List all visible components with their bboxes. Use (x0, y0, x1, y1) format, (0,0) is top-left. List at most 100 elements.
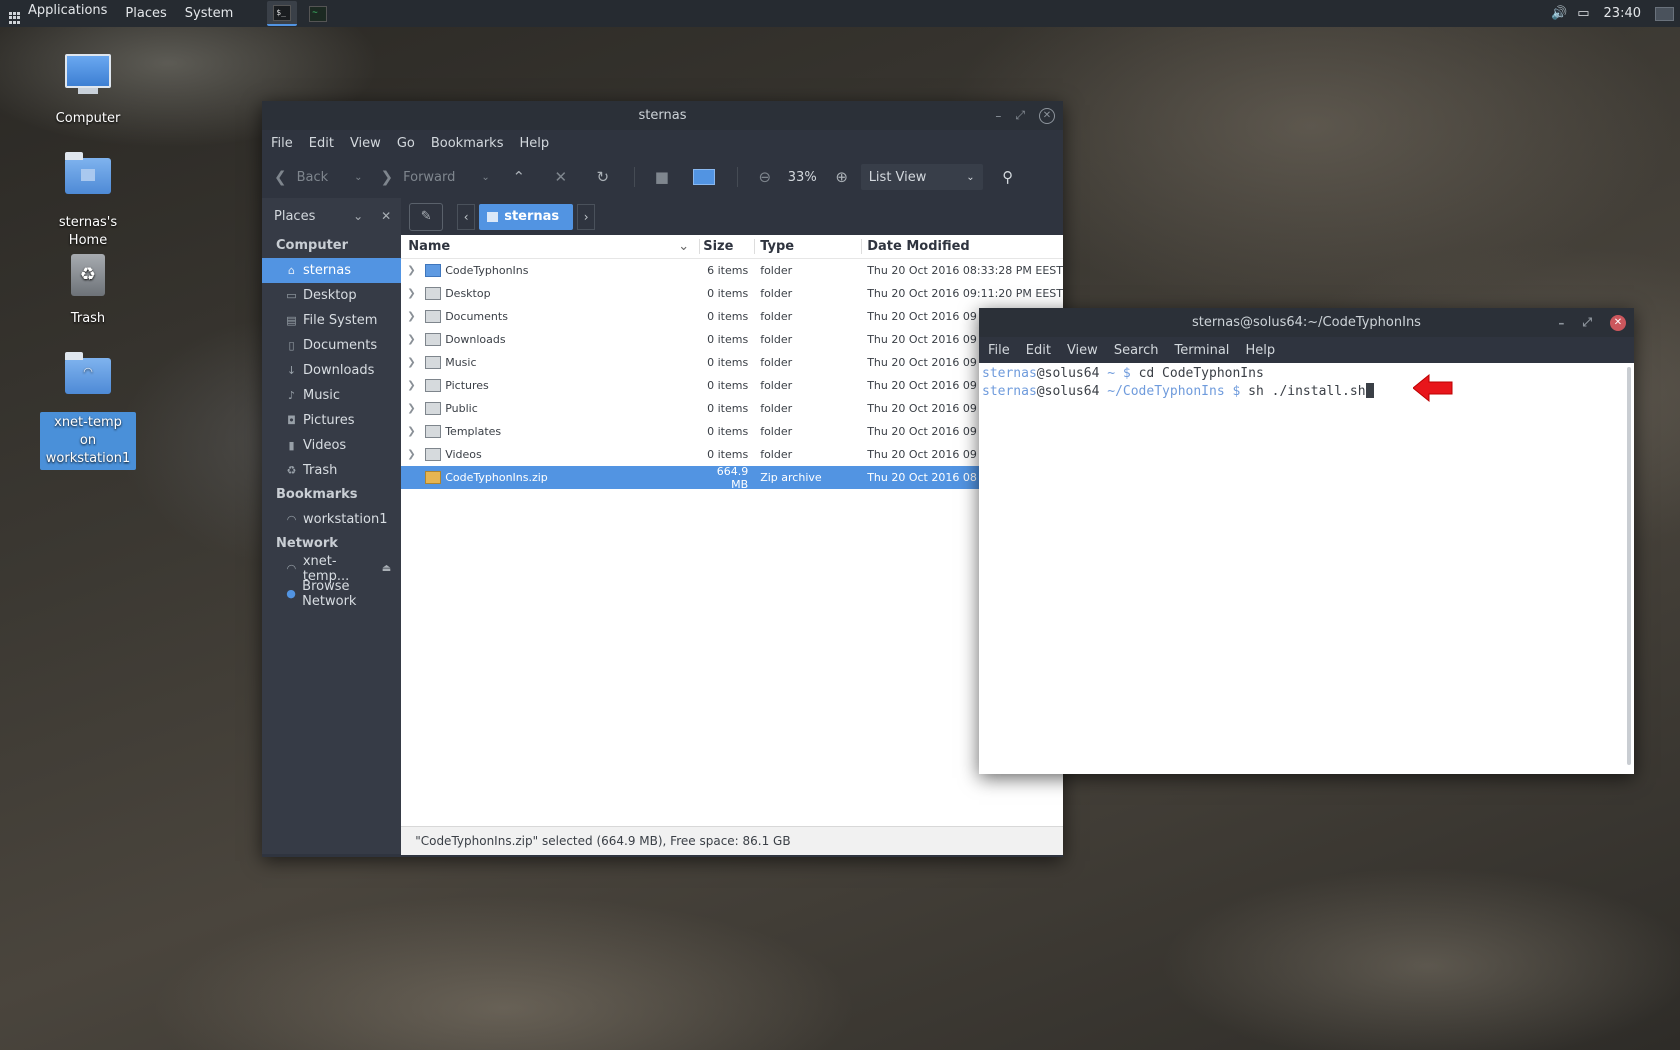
sidebar-item-music[interactable]: ♪ Music (262, 383, 401, 408)
menu-help[interactable]: Help (519, 136, 549, 151)
maximize-button[interactable]: ⤢ (1582, 315, 1592, 330)
terminal-taskbar-button[interactable]: $_ (267, 1, 298, 26)
expander-icon[interactable]: ❯ (407, 426, 419, 437)
system-monitor-taskbar-button[interactable]: ~ (303, 1, 333, 26)
sidebar-item-workstation1[interactable]: ◠ workstation1 (262, 507, 401, 532)
chevron-down-icon[interactable]: ⌄ (353, 209, 363, 223)
menu-terminal[interactable]: Terminal (1174, 343, 1229, 358)
sidebar-item-desktop[interactable]: ▭ Desktop (262, 283, 401, 308)
terminal-line: sternas@solus64 ~ $ cd CodeTyphonIns (982, 366, 1264, 381)
home-icon[interactable]: ■ (651, 168, 673, 186)
pathbar-right-button[interactable]: › (577, 203, 596, 230)
file-row[interactable]: ❯ Pictures 0 items folder Thu 20 Oct 2016 09 (401, 374, 1063, 397)
back-button[interactable]: ❮ Back ⌄ (274, 168, 363, 186)
close-button[interactable]: ✕ (1610, 314, 1626, 331)
file-row[interactable]: ❯ Desktop 0 items folder Thu 20 Oct 2016 09:… (401, 282, 1063, 305)
desktop-icon-computer[interactable]: Computer (38, 52, 138, 130)
folder-icon (425, 379, 442, 392)
stop-icon[interactable]: ✕ (550, 168, 572, 186)
forward-button[interactable]: ❯ Forward ⌄ (381, 168, 490, 186)
view-mode-select[interactable]: List View ⌄ (860, 164, 983, 190)
workspace-switcher[interactable] (1655, 6, 1674, 21)
maximize-button[interactable]: ⤢ (1015, 108, 1025, 123)
expander-icon[interactable]: ❯ (407, 288, 419, 299)
expander-icon[interactable]: ❯ (407, 380, 419, 391)
file-size: 0 items (707, 379, 749, 392)
file-row[interactable]: ❯ Public 0 items folder Thu 20 Oct 2016 09 (401, 397, 1063, 420)
sidebar-item-documents[interactable]: ▯ Documents (262, 333, 401, 358)
menu-file[interactable]: File (988, 343, 1010, 358)
file-row[interactable]: CodeTyphonIns.zip 664.9 MB Zip archive Thu … (401, 465, 1063, 491)
speaker-icon[interactable]: 🔊 (1551, 6, 1567, 21)
menu-view[interactable]: View (350, 136, 381, 151)
desktop-icon-xnet-temp[interactable]: ◠ xnet-temp on workstation1 (38, 350, 138, 470)
menu-bookmarks[interactable]: Bookmarks (431, 136, 504, 151)
pathbar-left-button[interactable]: ‹ (457, 203, 476, 230)
menu-file[interactable]: File (271, 136, 293, 151)
minimize-button[interactable]: – (1558, 316, 1564, 330)
file-row[interactable]: ❯ Downloads 0 items folder Thu 20 Oct 2016 0… (401, 328, 1063, 351)
places-menu[interactable]: Places (125, 6, 176, 21)
zoom-out-icon[interactable]: ⊖ (754, 168, 776, 186)
sidebar-item-downloads[interactable]: ↓ Downloads (262, 358, 401, 383)
expander-icon[interactable]: ❯ (407, 357, 419, 368)
chevron-right-icon: › (583, 209, 589, 224)
expander-icon[interactable]: ❯ (407, 403, 419, 414)
up-icon[interactable]: ⌃ (508, 168, 530, 186)
computer-icon[interactable] (692, 169, 715, 185)
file-type: folder (760, 333, 793, 346)
column-name[interactable]: Name ⌄ (401, 239, 699, 254)
applications-menu[interactable]: Applications (9, 3, 117, 24)
column-date-modified[interactable]: Date Modified (861, 239, 1063, 254)
sidebar-item-trash[interactable]: ♻ Trash (262, 458, 401, 483)
system-menu[interactable]: System (185, 6, 243, 21)
sidebar-item-pictures[interactable]: ◘ Pictures (262, 408, 401, 433)
menu-edit[interactable]: Edit (309, 136, 334, 151)
close-icon[interactable]: ✕ (381, 209, 391, 223)
terminal-scrollbar[interactable] (1627, 367, 1631, 765)
column-name-label: Name (408, 239, 451, 254)
sidebar-item-label: Pictures (303, 413, 355, 428)
download-icon: ↓ (286, 364, 297, 377)
file-row[interactable]: ❯ Templates 0 items folder Thu 20 Oct 2016 0… (401, 420, 1063, 443)
expander-icon[interactable]: ❯ (407, 265, 419, 276)
eject-icon[interactable]: ⏏ (382, 563, 391, 574)
clock[interactable]: 23:40 (1604, 6, 1641, 21)
file-name-cell: ❯ Videos (401, 448, 699, 461)
toggle-location-button[interactable]: ✎ (409, 202, 444, 231)
reload-icon[interactable]: ↻ (592, 168, 614, 186)
column-size[interactable]: Size (699, 239, 754, 254)
file-row[interactable]: ❯ CodeTyphonIns 6 items folder Thu 20 Oct 20… (401, 259, 1063, 282)
menu-go[interactable]: Go (397, 136, 415, 151)
file-manager-titlebar[interactable]: sternas – ⤢ ✕ (262, 101, 1063, 130)
desktop-icon-trash[interactable]: ♻ Trash (38, 250, 138, 330)
sidebar-item-file-system[interactable]: ▤ File System (262, 308, 401, 333)
file-name-cell: ❯ Templates (401, 425, 699, 438)
file-row[interactable]: ❯ Music 0 items folder Thu 20 Oct 2016 09 (401, 351, 1063, 374)
desktop-icon-home[interactable]: sternas's Home (38, 150, 138, 252)
menu-edit[interactable]: Edit (1026, 343, 1051, 358)
column-type[interactable]: Type (754, 239, 861, 254)
close-button[interactable]: ✕ (1039, 107, 1055, 124)
screen-icon[interactable]: ▭ (1577, 6, 1589, 21)
expander-icon[interactable]: ❯ (407, 449, 419, 460)
menu-search[interactable]: Search (1114, 343, 1159, 358)
sidebar-item-xnet-temp[interactable]: ◠ xnet-temp... ⏏ (262, 554, 401, 584)
sidebar-item-videos[interactable]: ▮ Videos (262, 433, 401, 458)
file-row[interactable]: ❯ Videos 0 items folder Thu 20 Oct 2016 09 (401, 443, 1063, 466)
zoom-in-icon[interactable]: ⊕ (831, 168, 853, 186)
sidebar-item-sternas[interactable]: ⌂ sternas (262, 258, 402, 283)
terminal-output[interactable]: sternas@solus64 ~ $ cd CodeTyphonIns ste… (979, 363, 1634, 774)
sidebar-item-label: Music (303, 388, 340, 403)
file-name: Desktop (445, 287, 491, 300)
minimize-button[interactable]: – (995, 109, 1001, 123)
expander-icon[interactable]: ❯ (407, 311, 419, 322)
breadcrumb-sternas[interactable]: sternas (479, 203, 574, 230)
file-row[interactable]: ❯ Documents 0 items folder Thu 20 Oct 2016 0… (401, 305, 1063, 328)
expander-icon[interactable]: ❯ (407, 334, 419, 345)
sidebar-item-browse-network[interactable]: ● Browse Network (262, 579, 401, 609)
menu-help[interactable]: Help (1245, 343, 1275, 358)
terminal-titlebar[interactable]: sternas@solus64:~/CodeTyphonIns – ⤢ ✕ (979, 308, 1634, 337)
search-icon[interactable]: ⚲ (997, 168, 1019, 186)
menu-view[interactable]: View (1067, 343, 1098, 358)
